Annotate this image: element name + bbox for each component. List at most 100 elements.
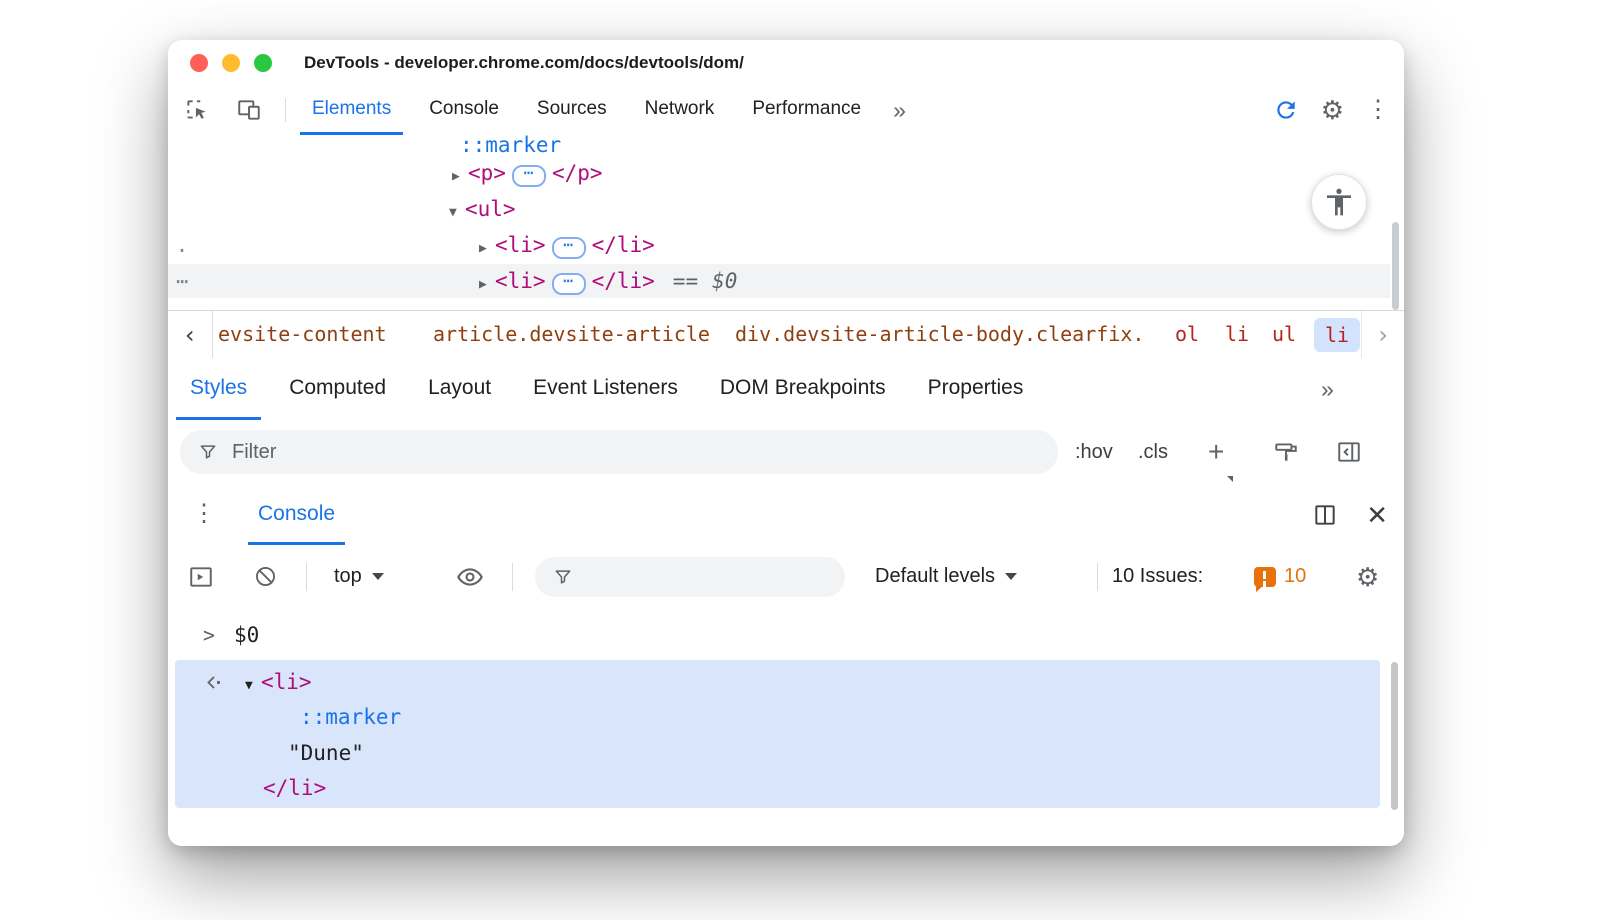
toggle-hover-state-button[interactable]: :hov xyxy=(1075,420,1113,484)
tag-open: <ul> xyxy=(465,197,516,221)
breadcrumb-item-devsite-content[interactable]: evsite-content xyxy=(218,311,387,358)
tab-console[interactable]: Console xyxy=(417,85,511,135)
expand-arrow-icon[interactable]: ▶ xyxy=(479,268,495,302)
accessibility-button[interactable] xyxy=(1311,174,1367,230)
window-title: DevTools - developer.chrome.com/docs/dev… xyxy=(304,53,744,73)
tag-close: </li> xyxy=(263,776,326,800)
breadcrumb-item-article[interactable]: article.devsite-article xyxy=(433,311,710,358)
ellipsis-icon[interactable]: ⋯ xyxy=(512,165,546,187)
command-text: $0 xyxy=(234,617,259,653)
breadcrumb-item-ul[interactable]: ul xyxy=(1272,311,1296,358)
zoom-window-button[interactable] xyxy=(254,54,272,72)
returned-value-icon xyxy=(205,674,223,692)
breadcrumb-item-li[interactable]: li xyxy=(1225,311,1249,358)
console-scrollbar-thumb[interactable] xyxy=(1391,662,1398,810)
tab-network[interactable]: Network xyxy=(633,85,727,135)
tree-node-li-1[interactable]: . ▶<li>⋯</li> xyxy=(168,228,1390,262)
gear-glyph: ⚙ xyxy=(1356,564,1379,590)
breadcrumb-scroll-left-icon[interactable]: ‹ xyxy=(168,311,213,358)
tab-dom-breakpoints[interactable]: DOM Breakpoints xyxy=(706,358,900,420)
issues-label: 10 Issues: xyxy=(1112,545,1203,608)
expand-arrow-icon[interactable]: ▶ xyxy=(452,160,468,194)
toolbar-right-controls: ⚙ ⋮ xyxy=(1273,85,1390,135)
tree-node-li-selected[interactable]: ⋯ ▶<li>⋯</li>==$0 xyxy=(168,264,1390,298)
tab-computed[interactable]: Computed xyxy=(275,358,400,420)
console-toolbar: top Default levels 10 Issues: 10 xyxy=(168,545,1404,610)
tab-event-listeners[interactable]: Event Listeners xyxy=(519,358,692,420)
inspect-element-icon[interactable] xyxy=(184,97,210,123)
new-style-rule-button[interactable]: + xyxy=(1208,420,1224,484)
device-toolbar-icon[interactable] xyxy=(236,97,262,123)
result-node-text[interactable]: "Dune" xyxy=(288,736,364,771)
drawer-kebab-menu-icon[interactable]: ⋮ xyxy=(192,502,216,526)
minimize-window-button[interactable] xyxy=(222,54,240,72)
panel-tabs: Elements Console Sources Network Perform… xyxy=(300,85,910,135)
expand-arrow-icon[interactable]: ▶ xyxy=(479,232,495,266)
console-result-block[interactable]: ▼<li> ::marker "Dune" </li> xyxy=(175,660,1380,808)
issues-count: 10 xyxy=(1284,565,1306,588)
ellipsis-icon[interactable]: ⋯ xyxy=(552,273,586,295)
drawer-tab-console[interactable]: Console xyxy=(248,485,345,545)
tab-properties[interactable]: Properties xyxy=(914,358,1038,420)
tab-layout[interactable]: Layout xyxy=(414,358,505,420)
dropdown-caret-icon xyxy=(1005,573,1017,580)
kebab-menu-icon[interactable]: ⋮ xyxy=(1366,98,1390,122)
breadcrumb-scroll-right-icon[interactable]: › xyxy=(1361,311,1404,358)
equals-operator: == xyxy=(673,269,698,293)
titlebar: DevTools - developer.chrome.com/docs/dev… xyxy=(168,40,1404,86)
close-window-button[interactable] xyxy=(190,54,208,72)
sync-icon[interactable] xyxy=(1273,97,1299,123)
ellipsis-icon[interactable]: ⋯ xyxy=(552,237,586,259)
close-drawer-icon[interactable]: ✕ xyxy=(1366,502,1388,528)
context-selector[interactable]: top xyxy=(334,545,384,608)
rendering-emulation-icon[interactable] xyxy=(1273,420,1299,484)
result-node-marker[interactable]: ::marker xyxy=(300,700,401,735)
toggle-class-button[interactable]: .cls xyxy=(1138,420,1168,484)
toolbar-divider xyxy=(306,563,307,591)
tag-open: <li> xyxy=(261,670,312,694)
console-drawer-header: ⋮ Console ✕ xyxy=(168,485,1404,546)
clear-console-icon[interactable] xyxy=(253,545,278,608)
tab-performance[interactable]: Performance xyxy=(740,85,873,135)
tag-close: </p> xyxy=(552,161,603,185)
issues-counter[interactable]: 10 xyxy=(1254,545,1306,608)
filter-placeholder: Filter xyxy=(232,441,276,464)
console-output: > $0 ▼<li> ::marker "Dune" </li> xyxy=(168,609,1404,846)
tab-elements[interactable]: Elements xyxy=(300,85,403,135)
log-levels-selector[interactable]: Default levels xyxy=(875,545,1017,608)
breadcrumb-item-div[interactable]: div.devsite-article-body.clearfix. xyxy=(735,311,1144,358)
styles-filter-input[interactable]: Filter xyxy=(180,430,1058,474)
tab-styles[interactable]: Styles xyxy=(176,358,261,420)
pseudo-element-label: ::marker xyxy=(300,705,401,729)
console-filter-input[interactable] xyxy=(535,557,845,597)
breadcrumb-item-li-selected[interactable]: li xyxy=(1314,318,1360,352)
console-sidebar-icon[interactable] xyxy=(188,545,214,608)
toolbar-divider xyxy=(285,98,286,122)
gutter-dot: . xyxy=(176,228,188,262)
plus-icon: + xyxy=(1208,436,1224,468)
more-tabs-icon[interactable]: » xyxy=(1315,358,1338,420)
log-levels-label: Default levels xyxy=(875,565,995,588)
filter-funnel-icon xyxy=(198,442,218,462)
command-prompt-icon: > xyxy=(203,617,215,653)
tab-sources[interactable]: Sources xyxy=(525,85,619,135)
collapse-arrow-icon[interactable]: ▼ xyxy=(245,668,261,703)
tree-node-p[interactable]: ▶<p>⋯</p> xyxy=(168,156,1390,190)
result-node-li-open[interactable]: ▼<li> xyxy=(245,665,312,700)
tag-close: </li> xyxy=(592,269,655,293)
more-panels-icon[interactable]: » xyxy=(887,97,910,124)
collapse-arrow-icon[interactable]: ▼ xyxy=(449,196,465,230)
settings-gear-icon[interactable]: ⚙ xyxy=(1321,97,1344,123)
result-node-li-close[interactable]: </li> xyxy=(263,771,326,806)
tag-close: </li> xyxy=(592,233,655,257)
tag-open: <li> xyxy=(495,269,546,293)
tag-open: <li> xyxy=(495,233,546,257)
console-settings-gear-icon[interactable]: ⚙ xyxy=(1356,545,1379,608)
live-expression-eye-icon[interactable] xyxy=(456,545,484,608)
tree-node-ul[interactable]: ▼<ul> xyxy=(168,192,1390,226)
dock-sidebar-icon[interactable] xyxy=(1336,420,1362,484)
breadcrumb-item-ol[interactable]: ol xyxy=(1175,311,1199,358)
toolbar-divider xyxy=(1097,563,1098,591)
split-panel-icon[interactable] xyxy=(1312,502,1338,528)
tree-scrollbar-thumb[interactable] xyxy=(1392,222,1399,310)
